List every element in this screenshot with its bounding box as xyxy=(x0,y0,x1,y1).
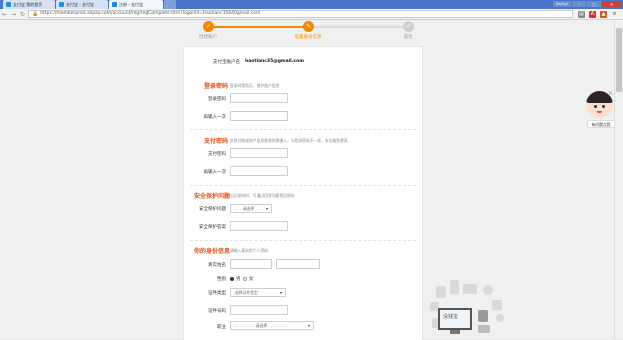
scrollbar-thumb[interactable] xyxy=(616,28,622,92)
dropdown-caret-icon: ▾ xyxy=(307,323,310,328)
browser-tab-1[interactable]: 支付宝 我的首页 xyxy=(3,0,55,9)
progress-fill xyxy=(208,26,308,28)
menu-icon[interactable]: ≡ xyxy=(611,11,618,18)
login-password-confirm-input[interactable] xyxy=(230,111,288,121)
help-button[interactable]: 有问题点我 xyxy=(587,120,615,128)
security-question-hint: 忘记密码时，可通过回答问题找回密码 xyxy=(230,193,295,198)
pay-password-title: 支付密码 xyxy=(204,138,229,145)
login-password-confirm-label: 再输入一次 xyxy=(203,115,227,120)
section-divider xyxy=(190,240,416,241)
security-question-title: 安全保护问题 xyxy=(194,193,231,200)
account-value: haotianc35@gmail.com xyxy=(245,59,304,64)
identity-title: 你的身份信息 xyxy=(194,248,231,255)
id-number-input[interactable] xyxy=(230,305,288,315)
browser-toolbar: ← → ↻ 🔒 https://memberprod.alipay.com/ac… xyxy=(0,9,623,20)
gender-label: 性别 xyxy=(217,277,226,282)
extension-icon[interactable]: A xyxy=(589,11,596,18)
step-3-label: 成功 xyxy=(403,35,413,40)
dropdown-caret-icon: ▾ xyxy=(279,290,282,295)
close-button[interactable]: ✕ xyxy=(602,1,621,7)
security-question-select[interactable]: - - - 请选择 - - - ▾ xyxy=(230,204,272,213)
security-question-label: 安全保护问题 xyxy=(199,207,226,212)
pay-password-confirm-input[interactable] xyxy=(230,166,288,176)
back-arrow-icon[interactable]: ← xyxy=(0,11,9,18)
identity-hint: 请输入真实的个人资料 xyxy=(230,248,268,253)
avatar-eye xyxy=(594,105,597,108)
step-3-checkmark-icon: ✓ xyxy=(403,21,414,32)
promo-illustration-text: 没钱宝 xyxy=(443,314,459,320)
dropdown-caret-icon: ▾ xyxy=(265,206,268,211)
gender-female-label: 女 xyxy=(249,277,254,282)
id-number-label: 证件号码 xyxy=(208,309,226,314)
security-answer-label: 安全保护答案 xyxy=(199,225,226,230)
login-password-hint: 登录时需验证，保护账户信息 xyxy=(230,83,280,88)
extension-icon[interactable]: ▤ xyxy=(578,11,585,18)
promo-illustration xyxy=(430,280,504,334)
pay-password-hint: 交易付款或账户信息更改时需输入，与登录密码不一样，安全级别更高 xyxy=(230,138,348,143)
id-type-value: 选择证件类型 xyxy=(235,290,258,295)
reload-icon[interactable]: ↻ xyxy=(18,11,27,18)
section-divider xyxy=(190,129,416,130)
registration-form: 支付宝账户名 haotianc35@gmail.com 登录密码 登录时需验证，… xyxy=(183,46,423,340)
tab-title: 支付宝 我的首页 xyxy=(13,1,43,7)
occupation-select[interactable]: - - - - - - - - 请选择 - - - - - - - - ▾ xyxy=(230,321,314,330)
occupation-value: - - - - - - - - 请选择 - - - - - - - - xyxy=(235,323,288,328)
login-password-label: 登录密码 xyxy=(208,97,226,102)
gender-female-radio[interactable] xyxy=(243,277,247,281)
login-password-title: 登录密码 xyxy=(204,83,229,90)
avatar-mouth xyxy=(597,111,602,113)
login-password-input[interactable] xyxy=(230,93,288,103)
tab-title: 支付宝 - 支付宝 xyxy=(66,1,94,7)
address-bar[interactable]: 🔒 https://memberprod.alipay.com/account/… xyxy=(28,10,573,18)
pay-password-confirm-label: 再输入一次 xyxy=(203,170,227,175)
gender-male-label: 男 xyxy=(236,277,241,282)
security-question-value: - - - 请选择 - - - xyxy=(235,206,262,211)
real-name-first-input[interactable] xyxy=(230,259,272,269)
account-label: 支付宝账户名 xyxy=(213,60,240,65)
alipay-favicon-icon xyxy=(112,2,117,7)
page-scrollbar[interactable] xyxy=(614,20,623,339)
maximize-button[interactable]: □ xyxy=(587,1,601,7)
extension-icon[interactable]: ▲ xyxy=(600,11,607,18)
new-tab-button[interactable] xyxy=(164,0,176,9)
real-name-label: 真实姓名 xyxy=(208,263,226,268)
gender-male-radio[interactable] xyxy=(230,277,234,281)
avatar-eye xyxy=(602,105,605,108)
browser-tab-3-active[interactable]: 注册 - 支付宝 xyxy=(109,0,163,9)
step-1-checkmark-icon: ✓ xyxy=(203,21,214,32)
id-type-select[interactable]: 选择证件类型 ▾ xyxy=(230,288,286,297)
url-text: https://memberprod.alipay.com/account/re… xyxy=(40,11,261,16)
user-badge[interactable]: Zephyr xyxy=(553,1,571,7)
step-2-edit-icon: ✎ xyxy=(303,21,314,32)
forward-arrow-icon[interactable]: → xyxy=(9,11,18,18)
tab-title: 注册 - 支付宝 xyxy=(119,1,143,7)
browser-tab-2[interactable]: 支付宝 - 支付宝 xyxy=(56,0,108,9)
step-2-label: 设置身份信息 xyxy=(294,35,322,40)
step-1-label: 创建账户 xyxy=(199,35,217,40)
close-icon[interactable]: × xyxy=(608,90,613,97)
alipay-favicon-icon xyxy=(6,2,11,7)
security-answer-input[interactable] xyxy=(230,221,288,231)
pay-password-label: 支付密码 xyxy=(208,152,226,157)
pay-password-input[interactable] xyxy=(230,148,288,158)
section-divider xyxy=(190,185,416,186)
lock-icon: 🔒 xyxy=(32,11,39,17)
minimize-button[interactable]: – xyxy=(572,1,586,7)
alipay-favicon-icon xyxy=(59,2,64,7)
id-type-label: 证件类型 xyxy=(208,291,226,296)
occupation-label: 职业 xyxy=(217,325,226,330)
real-name-last-input[interactable] xyxy=(276,259,320,269)
